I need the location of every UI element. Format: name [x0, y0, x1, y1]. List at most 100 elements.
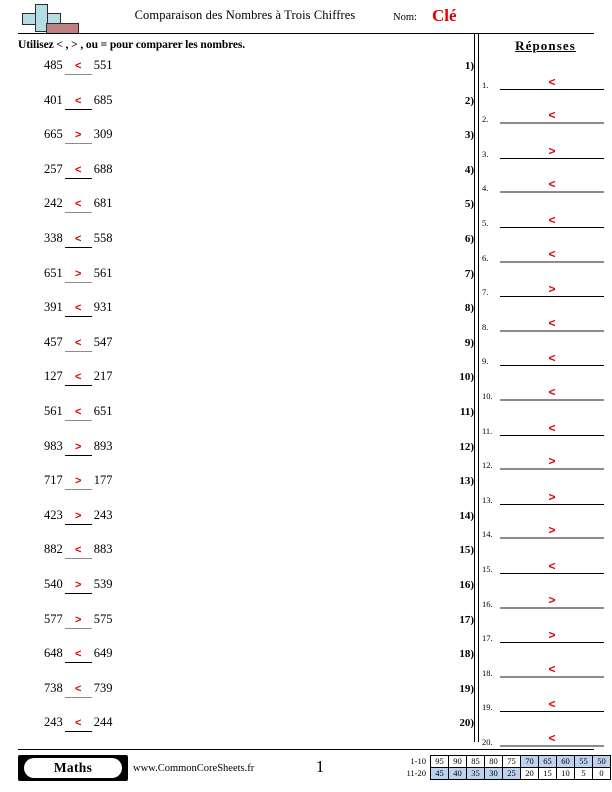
answer-blank[interactable]: >	[500, 491, 604, 505]
answer-number: 17.	[482, 633, 493, 644]
comparison-symbol: <	[75, 682, 82, 695]
answer-blank[interactable]: <	[500, 177, 604, 194]
problem-right-number: 685	[93, 92, 113, 107]
comparison-symbol: <	[75, 302, 82, 315]
answer-blank[interactable]: <	[500, 386, 604, 401]
score-cell: 20	[520, 767, 539, 780]
answer-number: 9.	[482, 356, 489, 367]
answer-blank[interactable]: >	[500, 594, 604, 609]
problem-right-number: 681	[93, 196, 113, 211]
answer-blank[interactable]: >	[500, 524, 604, 540]
answer-number: 16.	[482, 598, 493, 609]
answer-blank[interactable]: <	[500, 248, 604, 263]
comparison-blank[interactable]: <	[64, 231, 92, 248]
answer-blank[interactable]: <	[500, 560, 604, 574]
problem-right-number: 539	[93, 576, 113, 591]
answer-blank[interactable]: <	[500, 698, 604, 713]
problem-number: 16)	[459, 578, 474, 591]
problem-left-number: 561	[44, 403, 63, 418]
problem-left-number: 242	[44, 196, 63, 211]
problem-right-number: 309	[93, 127, 113, 142]
comparison-blank[interactable]: >	[64, 439, 92, 456]
problem-right-number: 551	[93, 58, 113, 72]
score-cell: 65	[538, 755, 557, 768]
comparison-blank[interactable]: >	[64, 127, 92, 145]
comparison-blank[interactable]: <	[64, 196, 92, 214]
problem-row: 7) 651 >561	[0, 266, 474, 301]
comparison-symbol: <	[75, 544, 82, 557]
answer-symbol: >	[548, 143, 556, 158]
answer-blank[interactable]: >	[500, 283, 604, 298]
answer-blank[interactable]: <	[500, 317, 604, 332]
page-number: 1	[315, 757, 325, 776]
answer-row: 16. >	[479, 582, 612, 617]
problem-number: 4)	[464, 163, 474, 176]
worksheet-header: Comparaison des Nombres à Trois Chiffres…	[0, 0, 612, 34]
comparison-blank[interactable]: >	[64, 508, 92, 525]
comparison-blank[interactable]: <	[64, 369, 92, 387]
answer-row: 9. <	[479, 340, 612, 375]
answer-row: 3. >	[479, 132, 612, 167]
score-cell: 25	[502, 767, 521, 780]
problem-number: 8)	[464, 302, 474, 315]
problem-row: 17) 577 >575	[0, 612, 474, 647]
comparison-blank[interactable]: <	[64, 93, 92, 110]
comparison-blank[interactable]: >	[64, 266, 92, 283]
comparison-symbol: >	[75, 509, 82, 522]
comparison-blank[interactable]: <	[64, 404, 92, 421]
answer-blank[interactable]: <	[500, 732, 604, 747]
site-url: www.CommonCoreSheets.fr	[133, 763, 255, 774]
comparison-blank[interactable]: >	[64, 612, 92, 629]
comparison-blank[interactable]: <	[64, 542, 92, 560]
answer-number: 12.	[482, 460, 493, 471]
answer-blank[interactable]: >	[500, 455, 604, 471]
answer-number: 11.	[482, 425, 493, 436]
answer-number: 4.	[482, 183, 489, 194]
answer-symbol: >	[548, 628, 556, 643]
comparison-blank[interactable]: <	[64, 58, 92, 75]
answer-blank[interactable]: <	[500, 214, 604, 228]
answer-number: 13.	[482, 494, 493, 505]
comparison-symbol: >	[75, 613, 82, 626]
answer-row: 13. >	[479, 478, 612, 513]
comparison-blank[interactable]: <	[64, 162, 92, 179]
problem-number: 10)	[459, 371, 474, 384]
score-cell: 0	[592, 767, 611, 780]
answer-symbol: <	[548, 177, 556, 192]
problem-right-number: 739	[93, 680, 113, 695]
answer-blank[interactable]: >	[500, 143, 604, 159]
answer-symbol: <	[548, 661, 556, 676]
comparison-blank[interactable]: <	[64, 646, 92, 664]
comparison-blank[interactable]: >	[64, 473, 92, 491]
comparison-blank[interactable]: <	[64, 335, 92, 352]
problem-number: 2)	[464, 94, 474, 107]
comparison-blank[interactable]: <	[64, 681, 92, 698]
score-row: 1-10 95 90 85 80 75 70 65 60 55 50	[396, 755, 611, 768]
comparison-blank[interactable]: <	[64, 300, 92, 318]
problem-right-number: 561	[93, 265, 113, 280]
answer-row: 14. >	[479, 513, 612, 548]
answer-blank[interactable]: <	[500, 420, 604, 436]
answer-symbol: <	[548, 420, 556, 435]
problem-number: 15)	[459, 544, 474, 557]
problem-right-number: 243	[93, 507, 113, 522]
problem-row: 2) 401 <685	[0, 93, 474, 128]
score-cell: 85	[466, 755, 485, 768]
problem-left-number: 401	[44, 92, 63, 107]
footer-divider	[18, 749, 594, 750]
problem-number: 7)	[464, 267, 474, 280]
comparison-blank[interactable]: >	[64, 577, 92, 594]
problem-number: 1)	[464, 60, 474, 72]
problem-row: 9) 457 <547	[0, 335, 474, 370]
answer-blank[interactable]: <	[500, 661, 604, 678]
answer-symbol: <	[548, 351, 556, 366]
problems-column: 1) 485 <551 2) 401 <685 3) 665 >309 4) 257 <688 5) 24…	[0, 58, 474, 750]
answer-blank[interactable]: <	[500, 351, 604, 367]
comparison-blank[interactable]: <	[64, 715, 92, 733]
answer-blank[interactable]: <	[500, 76, 604, 90]
problem-right-number: 688	[93, 161, 113, 176]
answer-blank[interactable]: >	[500, 628, 604, 644]
answer-row: 18. <	[479, 651, 612, 686]
answer-row: 11. <	[479, 409, 612, 444]
answer-blank[interactable]: <	[500, 109, 604, 125]
